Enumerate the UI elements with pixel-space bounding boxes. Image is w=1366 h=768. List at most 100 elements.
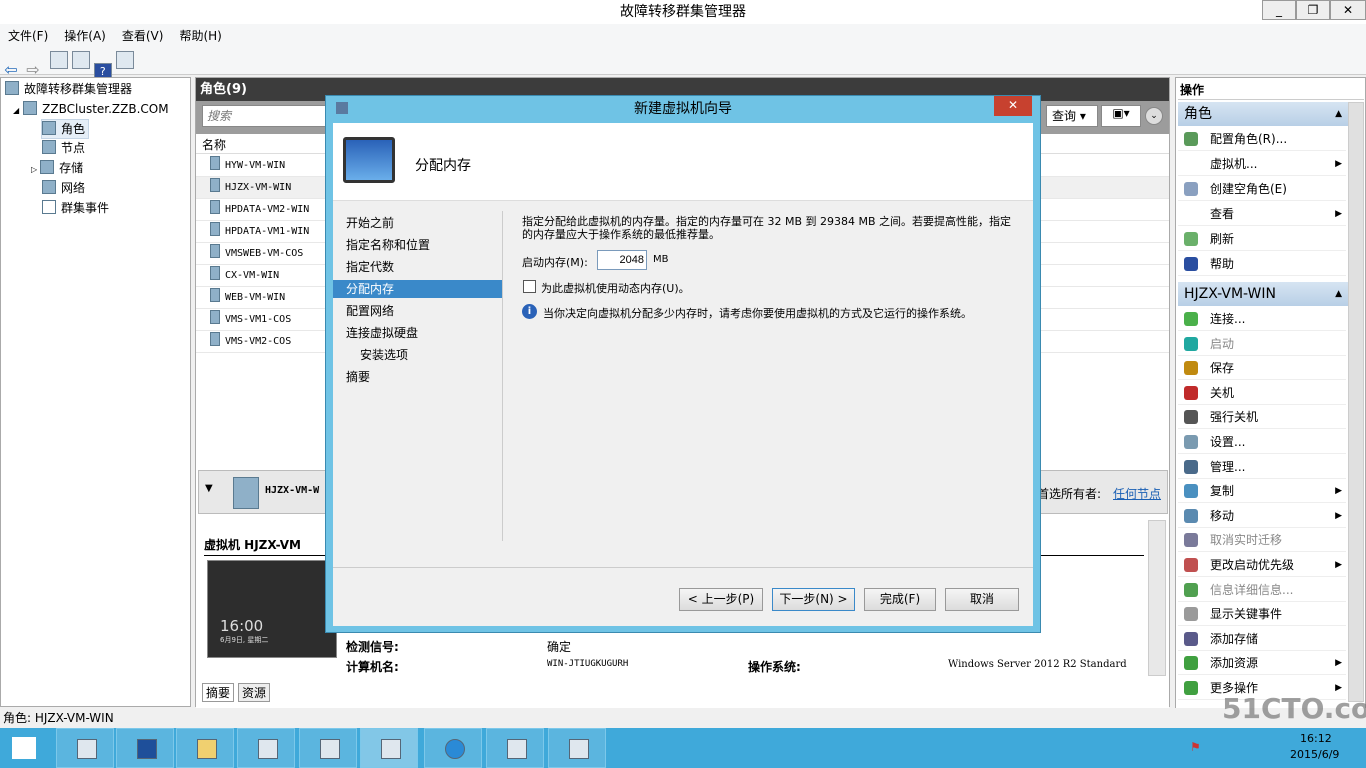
action-icon xyxy=(1184,484,1198,499)
wizard-step[interactable]: 安装选项 xyxy=(333,346,502,364)
query-button[interactable]: 查询 ▾ xyxy=(1046,105,1098,127)
next-button[interactable]: 下一步(N) > xyxy=(772,588,855,611)
vm-role-icon xyxy=(210,244,220,258)
taskbar-server-manager[interactable] xyxy=(56,728,114,768)
wizard-step[interactable]: 分配内存 xyxy=(333,280,502,298)
action-icon xyxy=(1184,182,1198,196)
wizard-step[interactable]: 开始之前 xyxy=(333,214,502,232)
dialog-body: 分配内存 开始之前 指定名称和位置 指定代数 分配内存 配置网络 连接虚拟硬盘 安装选项 摘要… xyxy=(333,123,1033,626)
vm-thumbnail[interactable]: 16:00 6月9日, 星期二 xyxy=(207,560,337,658)
collapse-icon[interactable]: ▼ xyxy=(205,483,213,494)
wizard-step[interactable]: 配置网络 xyxy=(333,302,502,320)
collapsed-icon[interactable]: ▷ xyxy=(31,165,37,174)
detail-scrollbar[interactable] xyxy=(1148,520,1166,676)
action-item[interactable]: 启动 xyxy=(1178,332,1346,356)
action-item[interactable]: 复制 ▶ xyxy=(1178,479,1346,504)
vm-role-icon xyxy=(210,266,220,280)
action-item[interactable]: 取消实时迁移 xyxy=(1178,528,1346,553)
close-button[interactable]: ✕ xyxy=(1330,0,1366,20)
wizard-step[interactable]: 连接虚拟硬盘 xyxy=(333,324,502,342)
tree-item-nodes[interactable]: 节点 xyxy=(42,139,85,157)
taskbar-hyperv[interactable] xyxy=(237,728,295,768)
taskbar-rdp[interactable] xyxy=(548,728,606,768)
action-item[interactable]: 更改启动优先级 ▶ xyxy=(1178,553,1346,577)
action-item[interactable]: 设置... xyxy=(1178,430,1346,454)
dialog-close-button[interactable]: ✕ xyxy=(994,96,1032,116)
submenu-arrow-icon: ▶ xyxy=(1335,560,1342,570)
tree-cluster[interactable]: ◢ ZZBCluster.ZZB.COM xyxy=(13,100,169,120)
navigation-tree: 故障转移群集管理器 ◢ ZZBCluster.ZZB.COM 角色 节点 ▷ 存储 … xyxy=(0,77,191,707)
action-item[interactable]: 创建空角色(E) xyxy=(1178,177,1346,201)
action-item[interactable]: 添加资源 ▶ xyxy=(1178,651,1346,676)
wizard-step[interactable]: 指定代数 xyxy=(333,258,502,276)
action-item[interactable]: 虚拟机... ▶ xyxy=(1178,152,1346,176)
action-item[interactable]: 显示关键事件 xyxy=(1178,602,1346,627)
section-vm[interactable]: HJZX-VM-WIN ▲ xyxy=(1178,282,1348,306)
action-pane-icon[interactable] xyxy=(115,51,134,69)
cancel-button[interactable]: 取消 xyxy=(945,588,1019,611)
action-item[interactable]: 帮助 xyxy=(1178,252,1346,276)
taskbar-explorer[interactable] xyxy=(176,728,234,768)
nav-divider xyxy=(502,211,503,541)
clock-time[interactable]: 16:12 xyxy=(1300,732,1332,745)
actions-header: 操作 xyxy=(1178,80,1364,100)
taskbar-ie[interactable] xyxy=(424,728,482,768)
taskbar-failover-manager[interactable] xyxy=(360,728,418,768)
action-item[interactable]: 连接... xyxy=(1178,307,1346,331)
submenu-arrow-icon: ▶ xyxy=(1335,510,1342,521)
previous-button[interactable]: < 上一步(P) xyxy=(679,588,763,611)
computer-name-label: 计算机名: xyxy=(346,660,399,674)
minimize-button[interactable]: _ xyxy=(1262,0,1296,20)
startup-memory-input[interactable] xyxy=(597,250,647,270)
memory-unit: MB xyxy=(653,254,669,265)
tree-item-storage[interactable]: ▷ 存储 xyxy=(31,159,83,179)
action-label: 强行关机 xyxy=(1210,410,1259,425)
taskbar-vm[interactable] xyxy=(486,728,544,768)
cluster-manager-icon xyxy=(5,81,19,95)
action-item[interactable]: 移动 ▶ xyxy=(1178,504,1346,528)
actions-scrollbar[interactable] xyxy=(1348,102,1364,702)
action-item[interactable]: 管理... xyxy=(1178,455,1346,479)
tree-item-networks[interactable]: 网络 xyxy=(42,179,85,197)
menu-help[interactable]: 帮助(H) xyxy=(171,24,229,47)
section-roles[interactable]: 角色 ▲ xyxy=(1178,102,1348,126)
taskbar-powershell[interactable] xyxy=(116,728,174,768)
start-button[interactable] xyxy=(0,728,58,768)
menu-file[interactable]: 文件(F) xyxy=(0,24,56,47)
expand-icon[interactable]: ⌄ xyxy=(1145,107,1163,125)
action-item[interactable]: 强行关机 xyxy=(1178,405,1346,430)
expanded-icon[interactable]: ◢ xyxy=(13,106,19,115)
wizard-step[interactable]: 指定名称和位置 xyxy=(333,236,502,254)
collapse-section-icon[interactable]: ▲ xyxy=(1335,102,1342,126)
tree-item-events[interactable]: 群集事件 xyxy=(42,199,109,217)
tab-resources[interactable]: 资源 xyxy=(238,683,271,702)
action-item[interactable]: 配置角色(R)... xyxy=(1178,127,1346,151)
up-folder-icon[interactable] xyxy=(49,51,68,69)
taskbar-cluster[interactable] xyxy=(299,728,357,768)
action-item[interactable]: 刷新 xyxy=(1178,227,1346,251)
action-item[interactable]: 查看 ▶ xyxy=(1178,202,1346,226)
dynamic-memory-checkbox[interactable] xyxy=(523,280,536,293)
dynamic-memory-label[interactable]: 为此虚拟机使用动态内存(U)。 xyxy=(541,280,690,296)
save-query-button[interactable]: ▣▾ xyxy=(1101,105,1141,127)
flag-icon[interactable]: ⚑ xyxy=(1190,740,1201,754)
action-item[interactable]: 添加存储 xyxy=(1178,627,1346,651)
menu-view[interactable]: 查看(V) xyxy=(114,24,172,47)
collapse-section-icon[interactable]: ▲ xyxy=(1335,282,1342,306)
preferred-owner-link[interactable]: 任何节点 xyxy=(1113,485,1161,502)
wizard-step[interactable]: 摘要 xyxy=(333,368,502,386)
action-item[interactable]: 关机 xyxy=(1178,381,1346,405)
show-tree-icon[interactable] xyxy=(71,51,90,69)
tree-root[interactable]: 故障转移群集管理器 xyxy=(5,80,132,98)
menu-action[interactable]: 操作(A) xyxy=(56,24,114,47)
action-label: 更改启动优先级 xyxy=(1210,558,1295,572)
action-item[interactable]: 保存 xyxy=(1178,356,1346,381)
maximize-button[interactable]: ❐ xyxy=(1296,0,1330,20)
finish-button[interactable]: 完成(F) xyxy=(864,588,936,611)
action-label: 添加存储 xyxy=(1210,631,1259,646)
tree-item-roles[interactable]: 角色 xyxy=(41,119,90,139)
clock-date[interactable]: 2015/6/9 xyxy=(1290,748,1339,761)
tab-summary[interactable]: 摘要 xyxy=(202,683,235,702)
title-bar: 故障转移群集管理器 xyxy=(0,0,1366,24)
action-item[interactable]: 信息详细信息... xyxy=(1178,578,1346,602)
